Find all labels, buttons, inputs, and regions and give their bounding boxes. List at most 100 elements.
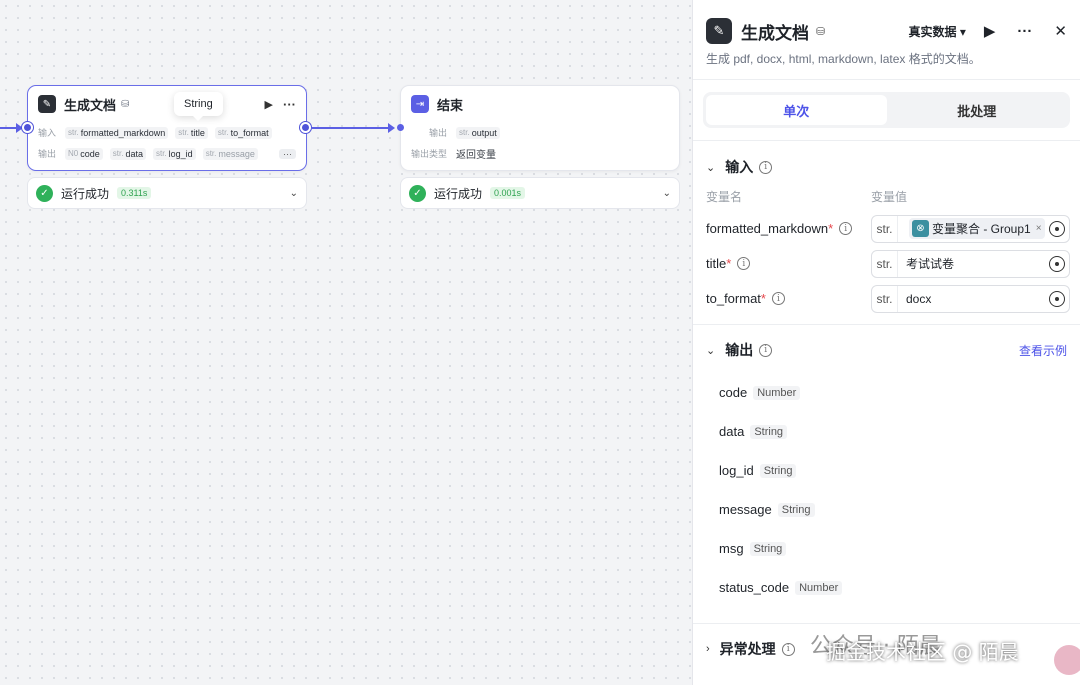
end-node-icon: ⇥ <box>411 95 429 113</box>
gen-node-input-port[interactable] <box>22 122 33 133</box>
tab-batch[interactable]: 批处理 <box>887 95 1068 125</box>
input-value-field[interactable]: str. 考试试卷 <box>871 249 1070 278</box>
output-section-header[interactable]: ⌄ 输出 i 查看示例 <box>693 335 1080 365</box>
section-title: 输入 <box>725 159 754 175</box>
output-name: log_id <box>719 463 754 478</box>
watermark: 掘金技术社区 @ 陌晨 <box>826 640 1019 664</box>
col-variable-value: 变量值 <box>871 190 908 204</box>
input-row: to_format * i str. docx <box>693 281 1080 316</box>
output-tag: str. log_id <box>152 147 196 160</box>
variable-ref-label: 变量聚合 - Group1 <box>932 222 1031 236</box>
output-list: code Number data String log_id String messa… <box>693 373 1080 607</box>
chevron-down-icon[interactable]: ⌄ <box>663 188 671 199</box>
plugin-badge-icon: ⛁ <box>816 25 826 38</box>
output-tag: str. output <box>456 126 500 139</box>
output-type: String <box>750 424 788 439</box>
input-value-field[interactable]: str. ⊗ 变量聚合 - Group1 × <box>871 214 1070 243</box>
input-name: formatted_markdown <box>706 221 829 236</box>
input-column-headers: 变量名 变量值 <box>693 188 1080 205</box>
chevron-down-icon: ⌄ <box>706 344 716 357</box>
output-name: data <box>719 424 745 439</box>
output-type: String <box>759 463 797 478</box>
input-value-field[interactable]: str. docx <box>871 284 1070 313</box>
type-tooltip: String <box>174 92 223 121</box>
end-node[interactable]: ⇥ 结束 输出 str. output 输出类型 返回变量 <box>400 85 680 171</box>
remove-ref-icon[interactable]: × <box>1036 223 1042 234</box>
input-row: title * i str. 考试试卷 <box>693 246 1080 281</box>
info-icon[interactable]: i <box>759 343 773 357</box>
divider <box>693 324 1080 325</box>
run-icon[interactable]: ▶ <box>984 22 996 40</box>
more-icon[interactable]: ··· <box>1017 23 1032 40</box>
node-title: 结束 <box>437 97 464 113</box>
input-value[interactable]: docx <box>898 292 1049 306</box>
gen-node-output-port[interactable] <box>300 122 311 133</box>
end-node-input-port[interactable] <box>397 124 404 131</box>
input-name: title <box>706 256 727 271</box>
output-name: message <box>719 502 772 517</box>
output-type: Number <box>795 580 843 595</box>
info-icon[interactable]: i <box>737 257 751 270</box>
connection-edge[interactable] <box>312 127 392 129</box>
gen-node-status[interactable]: ✓ 运行成功 0.311s ⌄ <box>27 177 307 209</box>
variable-picker-icon[interactable] <box>1049 220 1065 237</box>
more-outputs-tag[interactable]: ··· <box>279 148 296 159</box>
divider <box>693 623 1080 624</box>
output-type-label: 输出类型 <box>411 149 448 159</box>
output-item: code Number <box>693 373 1080 412</box>
node-more-icon[interactable]: ··· <box>283 97 296 112</box>
input-value[interactable]: 考试试卷 <box>898 255 1049 272</box>
output-name: msg <box>719 541 744 556</box>
doc-plugin-icon: ✎ <box>706 18 732 44</box>
end-node-status[interactable]: ✓ 运行成功 0.001s ⌄ <box>400 177 680 209</box>
chevron-right-icon: › <box>706 643 710 655</box>
variable-picker-icon[interactable] <box>1049 255 1065 272</box>
section-title: 输出 <box>725 342 754 358</box>
tab-single[interactable]: 单次 <box>706 95 887 125</box>
node-input-row: 输入 str. formatted_markdown str. title str.… <box>28 122 306 143</box>
end-output-type-row: 输出类型 返回变量 <box>401 143 679 164</box>
output-item: message String <box>693 490 1080 529</box>
type-label: str. <box>872 250 898 277</box>
generate-doc-node[interactable]: ✎ 生成文档 ⛁ ▶ ··· 输入 str. formatted_markdown… <box>27 85 307 171</box>
output-type: String <box>749 541 787 556</box>
view-example-link[interactable]: 查看示例 <box>1019 342 1067 359</box>
chevron-down-icon[interactable]: ⌄ <box>290 188 298 199</box>
close-icon[interactable]: ✕ <box>1054 22 1067 40</box>
divider <box>693 140 1080 141</box>
col-variable-name: 变量名 <box>706 190 743 204</box>
connection-edge-arrow <box>388 123 395 133</box>
run-time-badge: 0.001s <box>490 187 526 199</box>
node-run-icon[interactable]: ▶ <box>265 98 273 111</box>
info-icon[interactable]: i <box>771 292 785 305</box>
data-source-select[interactable]: 真实数据 ▾ <box>909 23 966 40</box>
input-row: formatted_markdown * i str. ⊗ 变量聚合 - Group… <box>693 211 1080 246</box>
divider <box>693 79 1080 80</box>
info-icon[interactable]: i <box>839 222 853 235</box>
output-name: code <box>719 385 748 400</box>
section-title: 异常处理 <box>719 641 776 657</box>
success-check-icon: ✓ <box>36 184 53 202</box>
plugin-badge-icon: ⛁ <box>121 98 130 110</box>
output-label: 输出 <box>38 149 57 159</box>
output-tag: str. message <box>202 147 258 160</box>
output-tag: N0 code <box>65 147 103 160</box>
panel-title: 生成文档 <box>741 23 809 43</box>
type-label: str. <box>872 215 898 242</box>
variable-picker-icon[interactable] <box>1049 290 1065 307</box>
run-time-badge: 0.311s <box>117 187 152 199</box>
type-label: str. <box>872 285 898 312</box>
output-item: msg String <box>693 529 1080 568</box>
status-text: 运行成功 <box>61 186 110 201</box>
input-label: 输入 <box>38 128 57 138</box>
info-icon[interactable]: i <box>759 160 773 174</box>
input-section-header[interactable]: ⌄ 输入 i <box>693 152 1080 182</box>
workflow-canvas[interactable]: ✎ 生成文档 ⛁ ▶ ··· 输入 str. formatted_markdown… <box>0 0 692 685</box>
variable-aggregate-icon: ⊗ <box>912 220 929 237</box>
variable-ref-chip[interactable]: ⊗ 变量聚合 - Group1 × <box>909 218 1045 239</box>
info-icon[interactable]: i <box>781 642 795 656</box>
output-item: log_id String <box>693 451 1080 490</box>
required-mark: * <box>760 291 766 306</box>
input-tag: str. to_format <box>214 126 272 139</box>
output-name: status_code <box>719 580 790 595</box>
